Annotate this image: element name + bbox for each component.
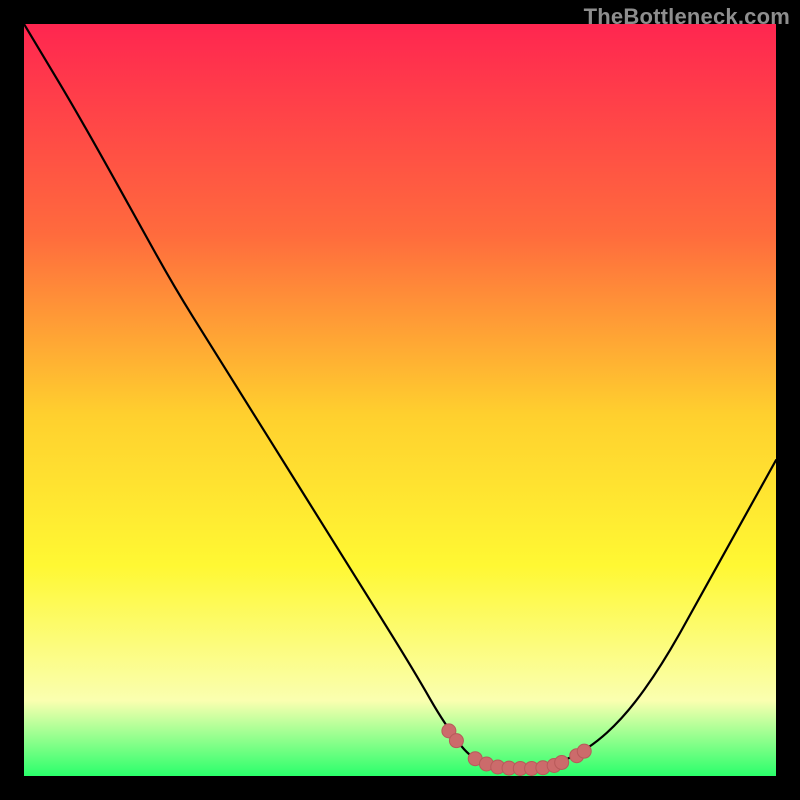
marker-dot [577,744,591,758]
marker-dot [555,755,569,769]
chart-svg [24,24,776,776]
chart-root: TheBottleneck.com [0,0,800,800]
plot-area [24,24,776,776]
marker-dot [449,734,463,748]
